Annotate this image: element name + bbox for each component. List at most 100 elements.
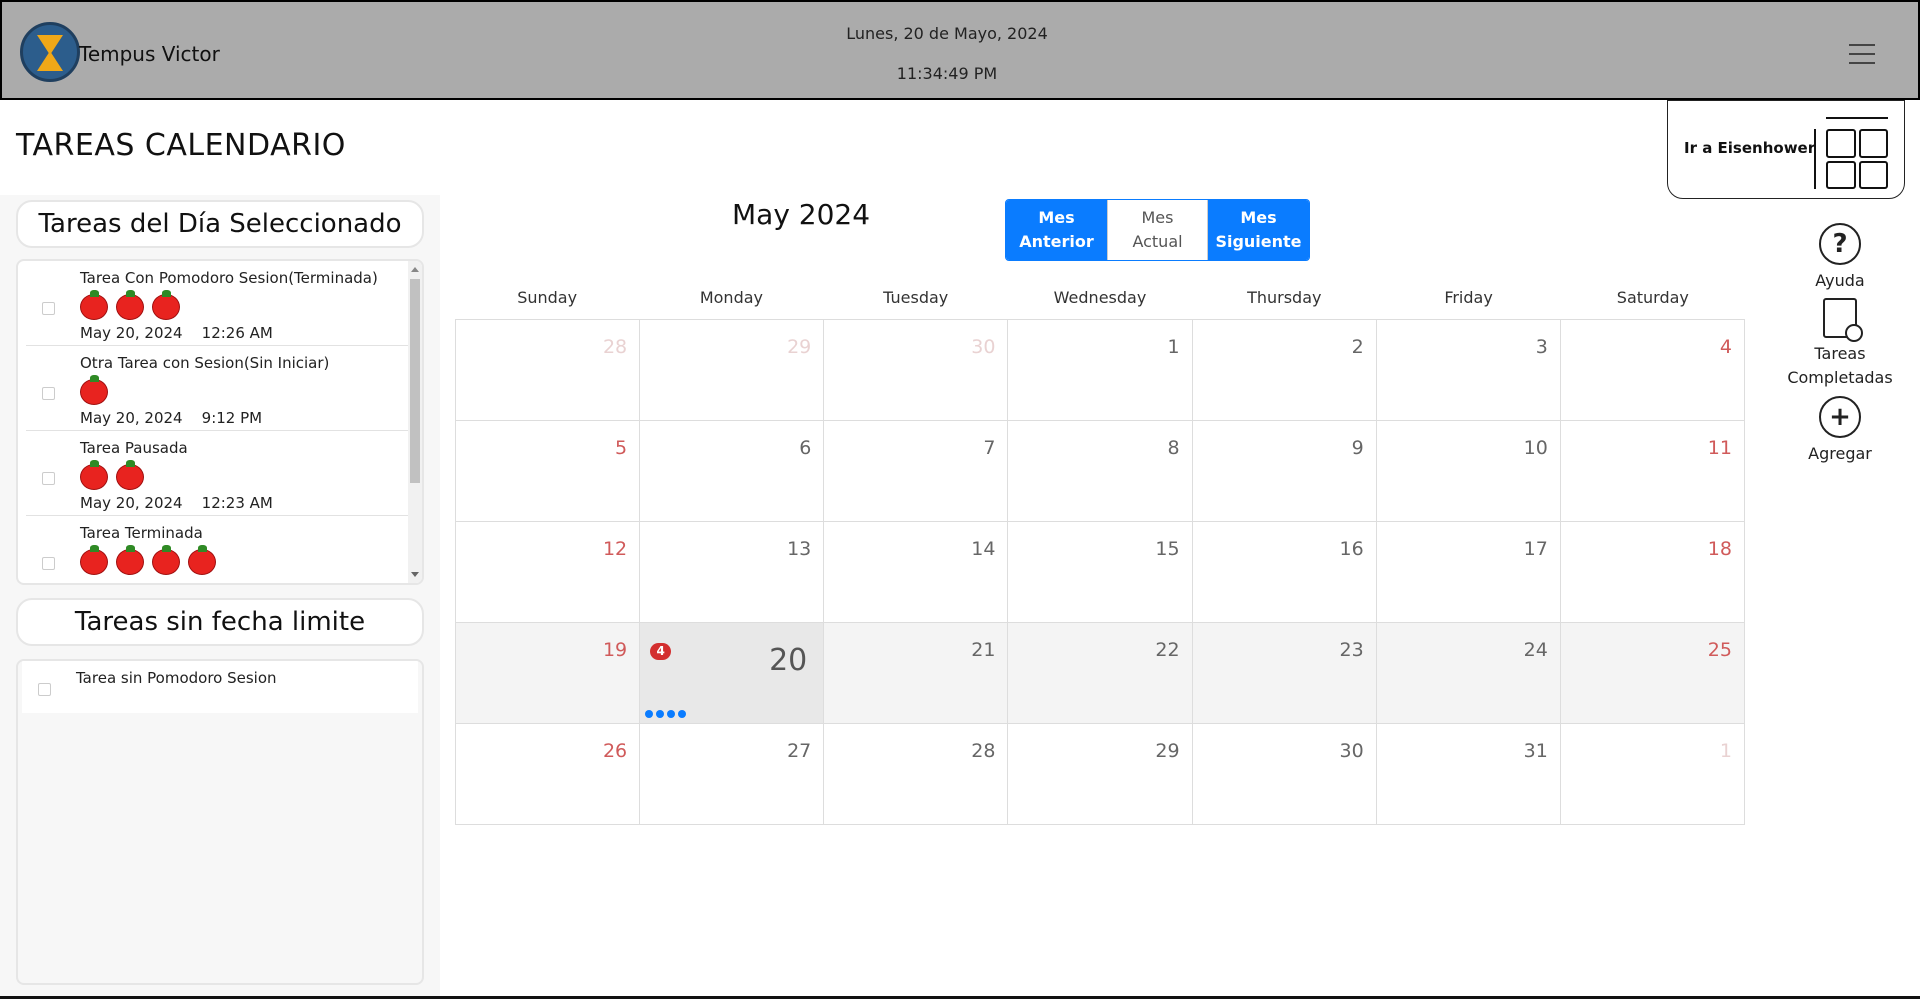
tomato-icon — [116, 460, 144, 490]
current-month-label-1: Mes — [1141, 208, 1174, 227]
prev-month-label-2: Anterior — [1019, 232, 1094, 251]
day-number: 1 — [1167, 336, 1180, 358]
hamburger-menu-icon[interactable] — [1849, 44, 1875, 64]
app-name: Tempus Victor — [79, 42, 220, 66]
calendar-day[interactable]: 3 — [1376, 320, 1561, 421]
task-item[interactable]: Tarea Terminada — [26, 516, 414, 583]
day-number: 7 — [983, 437, 996, 459]
calendar-day[interactable]: 12 — [456, 522, 641, 623]
calendar-day[interactable]: 21 — [824, 623, 1009, 724]
task-item[interactable]: Tarea Pausada May 20, 2024 12:23 AM — [26, 431, 414, 516]
calendar-day[interactable]: 7 — [824, 421, 1009, 522]
completed-label-2: Completadas — [1787, 368, 1893, 387]
calendar-day[interactable]: 4 — [1560, 320, 1745, 421]
completed-label-1: Tareas — [1814, 344, 1866, 363]
task-item[interactable]: Otra Tarea con Sesion(Sin Iniciar) May 20… — [26, 346, 414, 431]
calendar-day[interactable]: 31 — [1376, 724, 1561, 825]
day-number: 31 — [1523, 740, 1548, 762]
scroll-up-icon[interactable] — [411, 267, 419, 272]
weekday-label: Sunday — [517, 288, 578, 307]
task-checkbox[interactable] — [42, 387, 55, 400]
calendar-day[interactable]: 28 — [456, 320, 641, 421]
calendar-day[interactable]: 1 — [1008, 320, 1193, 421]
calendar-day[interactable]: 28 — [824, 724, 1009, 825]
task-checkbox[interactable] — [42, 302, 55, 315]
day-number: 22 — [1155, 639, 1180, 661]
day-number: 1 — [1719, 740, 1732, 762]
calendar-day[interactable]: 14 — [824, 522, 1009, 623]
task-date: May 20, 2024 9:12 PM — [80, 409, 263, 427]
calendar-day[interactable]: 9 — [1192, 421, 1377, 522]
day-number: 23 — [1339, 639, 1364, 661]
calendar-day[interactable]: 1 — [1560, 724, 1745, 825]
calendar-day[interactable]: 24 — [1376, 623, 1561, 724]
current-month-button[interactable]: Mes Actual — [1107, 200, 1208, 260]
calendar-day[interactable]: 2 — [1192, 320, 1377, 421]
calendar-day[interactable]: 23 — [1192, 623, 1377, 724]
calendar-day[interactable]: 10 — [1376, 421, 1561, 522]
calendar-day[interactable]: 17 — [1376, 522, 1561, 623]
task-checkbox[interactable] — [42, 472, 55, 485]
left-panel: Tareas del Día Seleccionado Tarea Con Po… — [0, 195, 440, 999]
calendar-day[interactable]: 29 — [640, 320, 825, 421]
day-number: 10 — [1523, 437, 1548, 459]
task-checkbox[interactable] — [42, 557, 55, 570]
pomodoro-count — [80, 460, 144, 490]
day-number: 28 — [971, 740, 996, 762]
task-name: Otra Tarea con Sesion(Sin Iniciar) — [80, 354, 330, 372]
calendar-day[interactable]: 30 — [824, 320, 1009, 421]
completed-tasks-button[interactable]: Tareas Completadas — [1780, 298, 1900, 390]
calendar-day-selected[interactable]: 20 4 — [640, 623, 825, 724]
prev-month-button[interactable]: Mes Anterior — [1006, 200, 1107, 260]
calendar-day[interactable]: 19 — [456, 623, 641, 724]
calendar-day[interactable]: 6 — [640, 421, 825, 522]
tomato-icon — [116, 290, 144, 320]
calendar-day[interactable]: 29 — [1008, 724, 1193, 825]
day-number: 16 — [1339, 538, 1364, 560]
calendar-day[interactable]: 22 — [1008, 623, 1193, 724]
task-item[interactable]: Tarea sin Pomodoro Sesion — [22, 661, 418, 713]
task-date: May 20, 2024 12:26 AM — [80, 324, 273, 342]
tomato-icon — [80, 290, 108, 320]
tomato-icon — [80, 545, 108, 575]
task-item[interactable]: Tarea Con Pomodoro Sesion(Terminada) May … — [26, 261, 414, 346]
calendar-day[interactable]: 30 — [1192, 724, 1377, 825]
task-list-scrollbar[interactable] — [408, 261, 422, 583]
vertical-arrow-icon — [1814, 129, 1816, 189]
calendar-day[interactable]: 18 — [1560, 522, 1745, 623]
calendar-day[interactable]: 27 — [640, 724, 825, 825]
scrollbar-thumb[interactable] — [410, 279, 420, 483]
calendar-day[interactable]: 8 — [1008, 421, 1193, 522]
selected-day-title: Tareas del Día Seleccionado — [16, 200, 424, 248]
calendar-day[interactable]: 13 — [640, 522, 825, 623]
calendar-day[interactable]: 15 — [1008, 522, 1193, 623]
day-number: 4 — [1719, 336, 1732, 358]
tomato-icon — [116, 545, 144, 575]
task-checkbox[interactable] — [38, 683, 51, 696]
pomodoro-count — [80, 375, 108, 405]
plus-icon: + — [1819, 396, 1861, 438]
month-label: May 2024 — [732, 198, 871, 231]
eisenhower-button-label: Ir a Eisenhower — [1684, 139, 1816, 157]
calendar-day[interactable]: 16 — [1192, 522, 1377, 623]
current-month-label-2: Actual — [1132, 232, 1183, 251]
add-task-button[interactable]: + Agregar — [1780, 396, 1900, 466]
scroll-down-icon[interactable] — [411, 572, 419, 577]
help-button[interactable]: ? Ayuda — [1780, 223, 1900, 293]
calendar-day[interactable]: 11 — [1560, 421, 1745, 522]
calendar-day[interactable]: 5 — [456, 421, 641, 522]
tomato-icon — [80, 460, 108, 490]
task-date: May 20, 2024 12:23 AM — [80, 494, 273, 512]
day-number: 8 — [1167, 437, 1180, 459]
day-number: 25 — [1707, 639, 1732, 661]
calendar-day[interactable]: 25 — [1560, 623, 1745, 724]
prev-month-label-1: Mes — [1038, 208, 1075, 227]
day-number: 17 — [1523, 538, 1548, 560]
eisenhower-button[interactable]: Ir a Eisenhower — [1667, 100, 1905, 199]
next-month-button[interactable]: Mes Siguiente — [1208, 200, 1309, 260]
day-number: 28 — [602, 336, 628, 358]
task-name: Tarea sin Pomodoro Sesion — [76, 669, 277, 687]
day-number: 26 — [602, 740, 628, 762]
calendar-day[interactable]: 26 — [456, 724, 641, 825]
task-name: Tarea Terminada — [80, 524, 203, 542]
